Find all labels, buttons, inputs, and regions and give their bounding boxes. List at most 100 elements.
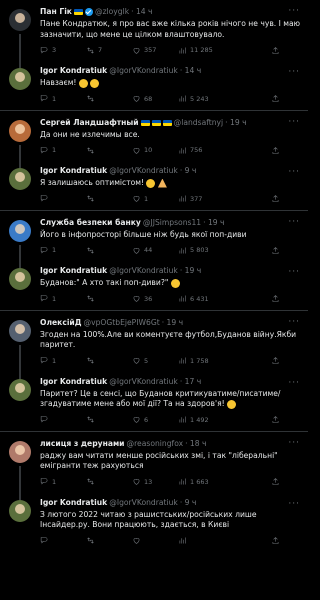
retweet-button[interactable]: 7 (86, 46, 132, 55)
more-icon[interactable]: ··· (288, 117, 300, 127)
timestamp[interactable]: · 9 ч (180, 165, 197, 177)
share-button[interactable] (271, 536, 280, 545)
reply-button[interactable]: 1 (40, 146, 86, 155)
like-button[interactable]: 5 (132, 356, 178, 365)
avatar[interactable] (9, 378, 31, 401)
more-icon[interactable]: ··· (288, 217, 300, 227)
reply-button[interactable]: 3 (40, 46, 86, 55)
more-icon[interactable]: ··· (288, 267, 300, 277)
like-button[interactable]: 68 (132, 94, 178, 103)
views-button[interactable]: 1 492 (178, 415, 224, 424)
reply-button[interactable]: 1 (40, 94, 86, 103)
retweet-button[interactable] (86, 146, 132, 155)
reply-button[interactable]: 1 (40, 356, 86, 365)
timestamp[interactable]: · 19 ч (203, 217, 224, 229)
timestamp[interactable]: · 19 ч (180, 265, 201, 277)
retweet-button[interactable] (86, 415, 132, 424)
share-button[interactable] (271, 356, 280, 365)
share-button[interactable] (271, 194, 280, 203)
avatar[interactable] (9, 68, 31, 90)
share-button[interactable] (271, 94, 280, 103)
display-name[interactable]: Igor Kondratiuk (40, 497, 107, 509)
handle[interactable]: @JJSimpsons11 (143, 217, 201, 229)
avatar[interactable] (9, 499, 31, 522)
tweet[interactable]: ··· ОлексійД @vpOGtbEjePIW6Gt · 19 ч Згоден … (0, 309, 308, 378)
views-button[interactable]: 756 (178, 146, 224, 155)
like-button[interactable]: 36 (132, 294, 178, 303)
reply-button[interactable] (40, 536, 86, 545)
retweet-button[interactable] (86, 536, 132, 545)
like-button[interactable] (132, 536, 178, 545)
views-button[interactable]: 377 (178, 194, 224, 203)
display-name[interactable]: Сергей Ландшафтный (40, 117, 139, 129)
handle[interactable]: @reasoningfox (126, 438, 183, 450)
avatar[interactable] (9, 219, 31, 242)
share-button[interactable] (271, 294, 280, 303)
display-name[interactable]: Igor Kondratiuk (40, 376, 107, 388)
like-button[interactable]: 44 (132, 246, 178, 255)
retweet-button[interactable] (86, 477, 132, 486)
tweet[interactable]: ··· Igor Kondratiuk @IgorVKondratiuk · 17 ч… (0, 371, 308, 431)
avatar[interactable] (9, 119, 31, 142)
share-button[interactable] (271, 246, 280, 255)
views-button[interactable]: 6 431 (178, 294, 224, 303)
timestamp[interactable]: · 18 ч (185, 438, 206, 450)
reply-button[interactable] (40, 415, 86, 424)
more-icon[interactable]: ··· (288, 438, 300, 448)
tweet[interactable]: ··· Igor Kondratiuk @IgorVKondratiuk · 19 ч… (0, 261, 308, 310)
more-icon[interactable]: ··· (288, 499, 300, 509)
more-icon[interactable]: ··· (288, 378, 300, 388)
tweet[interactable]: ··· Igor Kondratiuk @IgorVKondratiuk · 9 чЯ… (0, 161, 308, 210)
timestamp[interactable]: · 19 ч (162, 317, 183, 329)
avatar[interactable] (9, 168, 31, 190)
share-button[interactable] (271, 477, 280, 486)
avatar[interactable] (9, 440, 31, 463)
views-button[interactable] (178, 536, 224, 545)
display-name[interactable]: Igor Kondratiuk (40, 65, 107, 77)
timestamp[interactable]: · 19 ч (225, 117, 246, 129)
retweet-button[interactable] (86, 294, 132, 303)
timestamp[interactable]: · 14 ч (180, 65, 201, 77)
like-button[interactable]: 1 (132, 194, 178, 203)
more-icon[interactable]: ··· (288, 167, 300, 177)
handle[interactable]: @IgorVKondratiuk (109, 376, 178, 388)
timestamp[interactable]: · 9 ч (180, 497, 197, 509)
share-button[interactable] (271, 46, 280, 55)
retweet-button[interactable] (86, 94, 132, 103)
views-button[interactable]: 5 803 (178, 246, 224, 255)
tweet[interactable]: ··· лисиця з дерунами @reasoningfox · 18 чр… (0, 430, 308, 499)
views-button[interactable]: 1 663 (178, 477, 224, 486)
views-button[interactable]: 5 243 (178, 94, 224, 103)
display-name[interactable]: Igor Kondratiuk (40, 265, 107, 277)
more-icon[interactable]: ··· (288, 317, 300, 327)
tweet[interactable]: ··· Igor Kondratiuk @IgorVKondratiuk · 9 чЗ… (0, 492, 308, 552)
handle[interactable]: @landsaftnyj (174, 117, 224, 129)
handle[interactable]: @IgorVKondratiuk (109, 165, 178, 177)
reply-button[interactable]: 1 (40, 294, 86, 303)
retweet-button[interactable] (86, 246, 132, 255)
handle[interactable]: @vpOGtbEjePIW6Gt (84, 317, 160, 329)
tweet[interactable]: ··· Служба безпеки банку @JJSimpsons11 · 19… (0, 209, 308, 267)
views-button[interactable]: 1 758 (178, 356, 224, 365)
like-button[interactable]: 6 (132, 415, 178, 424)
display-name[interactable]: Пан Гік (40, 6, 72, 18)
avatar[interactable] (9, 9, 31, 31)
share-button[interactable] (271, 146, 280, 155)
display-name[interactable]: ОлексійД (40, 317, 82, 329)
more-icon[interactable]: ··· (288, 6, 300, 16)
avatar[interactable] (9, 319, 31, 342)
retweet-button[interactable] (86, 194, 132, 203)
tweet[interactable]: ··· Igor Kondratiuk @IgorVKondratiuk · 14 ч… (0, 61, 308, 110)
retweet-button[interactable] (86, 356, 132, 365)
like-button[interactable]: 10 (132, 146, 178, 155)
timestamp[interactable]: · 14 ч (131, 6, 152, 18)
handle[interactable]: @IgorVKondratiuk (109, 265, 178, 277)
timestamp[interactable]: · 17 ч (180, 376, 201, 388)
tweet[interactable]: ··· Пан Гік @zloyglk · 14 ч Пане Кондратюк, … (0, 0, 308, 67)
like-button[interactable]: 13 (132, 477, 178, 486)
handle[interactable]: @IgorVKondratiuk (109, 65, 178, 77)
views-button[interactable]: 11 285 (178, 46, 224, 55)
reply-button[interactable]: 1 (40, 246, 86, 255)
handle[interactable]: @IgorVKondratiuk (109, 497, 178, 509)
display-name[interactable]: Igor Kondratiuk (40, 165, 107, 177)
